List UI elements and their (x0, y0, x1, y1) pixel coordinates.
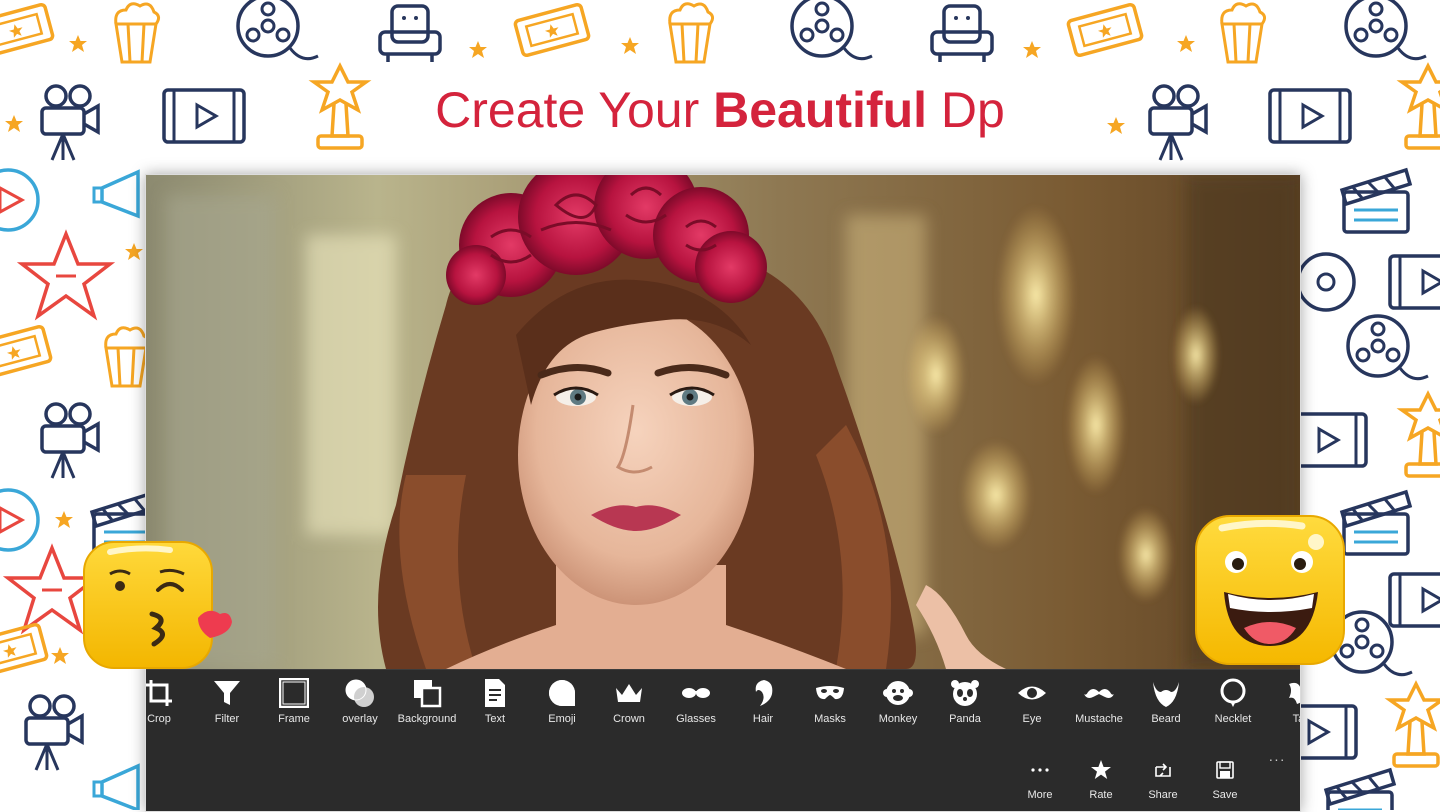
tool-label: Tat (1292, 713, 1300, 725)
tattoo-icon (1289, 682, 1300, 704)
tool-monkey[interactable]: Monkey (865, 670, 931, 734)
tool-tattoo[interactable]: Tat (1267, 670, 1300, 734)
editor-window: Crop Filter Frame overlay Background Tex… (145, 174, 1301, 812)
panda-icon (951, 680, 979, 706)
crop-icon (146, 680, 172, 706)
hair-icon (755, 680, 773, 706)
filter-icon (214, 681, 240, 705)
tool-bar: Crop Filter Frame overlay Background Tex… (146, 669, 1300, 811)
save-label: Save (1212, 789, 1238, 801)
tool-necklet[interactable]: Necklet (1200, 670, 1266, 734)
star-icon (1091, 760, 1111, 779)
tool-beard[interactable]: Beard (1133, 670, 1199, 734)
crown-icon (616, 684, 642, 702)
portrait-photo (146, 175, 1300, 669)
overlay-icon (345, 679, 374, 707)
eye-icon (1018, 686, 1046, 700)
laughing-emoji-sticker (1195, 515, 1345, 665)
more-button[interactable]: More (1012, 745, 1068, 807)
glasses-icon (682, 688, 710, 698)
text-icon (485, 679, 505, 707)
necklet-icon (1220, 678, 1246, 707)
tool-crown[interactable]: Crown (596, 670, 662, 734)
tool-label: Background (397, 713, 457, 725)
rate-label: Rate (1089, 789, 1113, 801)
headline-bold: Beautiful (713, 82, 928, 138)
headline-part1: Create Your (435, 82, 714, 138)
tool-text[interactable]: Text (462, 670, 528, 734)
page-headline: Create Your Beautiful Dp (0, 78, 1440, 142)
tool-frame[interactable]: Frame (261, 670, 327, 734)
photo-canvas[interactable] (146, 175, 1300, 669)
emoji-icon (549, 680, 575, 706)
tool-glasses[interactable]: Glasses (663, 670, 729, 734)
tool-hair[interactable]: Hair (730, 670, 796, 734)
headline-part2: Dp (927, 82, 1005, 138)
beard-icon (1153, 682, 1179, 707)
more-label: More (1027, 789, 1053, 801)
kiss-emoji-sticker (83, 541, 232, 669)
tool-row: Crop Filter Frame overlay Background Tex… (146, 669, 1300, 734)
tool-filter[interactable]: Filter (194, 670, 260, 734)
background-icon (414, 680, 442, 708)
share-label: Share (1148, 789, 1178, 801)
tool-label: Masks (814, 713, 846, 725)
save-icon (1216, 761, 1234, 779)
ellipsis-icon (1031, 768, 1049, 772)
tool-masks[interactable]: Masks (797, 670, 863, 734)
tool-eye[interactable]: Eye (999, 670, 1065, 734)
monkey-icon (883, 681, 913, 705)
app-bar: More Rate Share Save ··· (146, 745, 1300, 811)
tool-background[interactable]: Background (394, 670, 460, 734)
frame-icon (279, 678, 309, 708)
share-icon (1155, 763, 1171, 777)
mustache-icon (1084, 689, 1114, 698)
tool-panda[interactable]: Panda (932, 670, 998, 734)
overflow-menu-button[interactable]: ··· (1264, 751, 1290, 773)
tool-crop[interactable]: Crop (146, 670, 192, 734)
share-button[interactable]: Share (1135, 745, 1191, 807)
mask-icon (816, 686, 844, 700)
rate-button[interactable]: Rate (1073, 745, 1129, 807)
tool-overlay[interactable]: overlay (327, 670, 393, 734)
tool-mustache[interactable]: Mustache (1066, 670, 1132, 734)
save-button[interactable]: Save (1197, 745, 1253, 807)
tool-emoji[interactable]: Emoji (529, 670, 595, 734)
